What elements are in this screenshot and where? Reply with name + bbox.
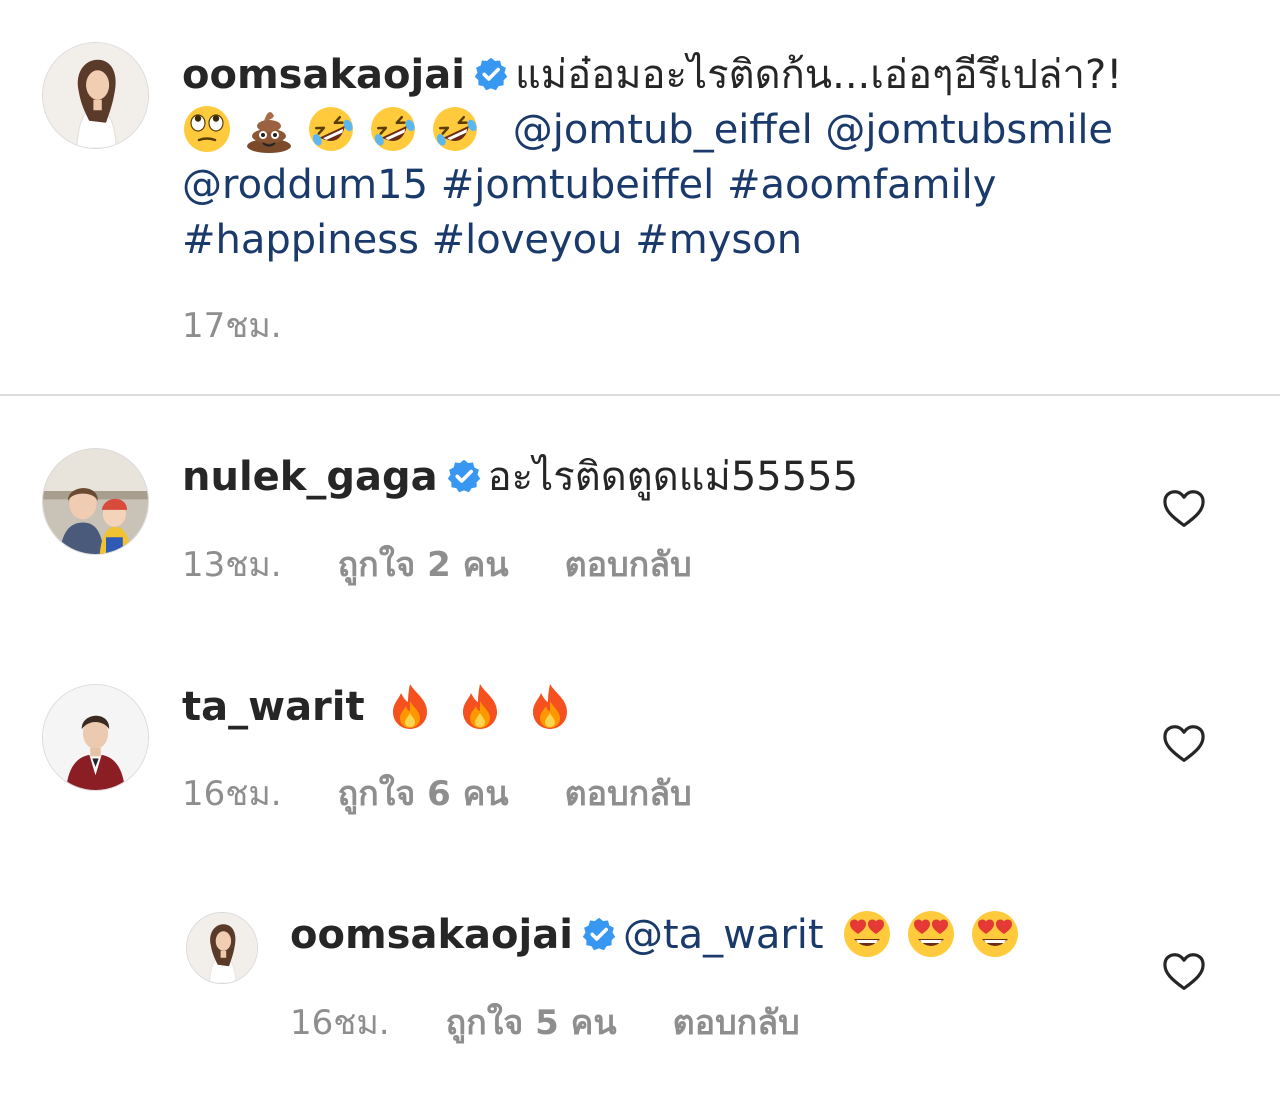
verified-badge-icon — [446, 458, 482, 494]
comment-time[interactable]: 13ชม. — [182, 537, 282, 591]
caption-line-1: oomsakaojai แม่อ๋อมอะไรติดก้น...เอ่อๆอีรึ… — [182, 48, 1122, 103]
comment-time[interactable]: 16ชม. — [290, 995, 390, 1049]
heart-eyes-emoji — [906, 909, 956, 959]
rofl-emoji — [368, 104, 418, 154]
verified-badge-icon — [473, 56, 509, 92]
mention-jomtub-eiffel[interactable]: @jomtub_eiffel — [513, 107, 813, 153]
caption-line-2: @jomtub_eiffel @jomtubsmile — [182, 103, 1113, 160]
avatar-photo — [43, 685, 148, 790]
caption-username[interactable]: oomsakaojai — [182, 52, 465, 98]
verified-badge-icon — [581, 916, 617, 952]
caption-line-3: @roddum15 #jomtubeiffel #aoomfamily — [182, 158, 996, 213]
avatar-photo — [43, 449, 148, 554]
avatar-oomsakaojai-reply[interactable] — [186, 912, 258, 984]
heart-eyes-emoji — [970, 909, 1020, 959]
like-heart-icon[interactable] — [1162, 952, 1206, 992]
comment-text: อะไรติดตูดแม่55555 — [487, 454, 859, 500]
like-heart-icon[interactable] — [1162, 724, 1206, 764]
poop-emoji — [244, 104, 294, 154]
caption-text: แม่อ๋อมอะไรติดก้น...เอ่อๆอีรึเปล่า?! — [514, 52, 1123, 98]
divider — [0, 394, 1280, 396]
comment-3-body: oomsakaojai @ta_warit — [290, 908, 1026, 965]
avatar-oomsakaojai[interactable] — [42, 42, 149, 149]
mention-jomtubsmile[interactable]: @jomtubsmile — [825, 107, 1113, 153]
comment-likes[interactable]: ถูกใจ 6 คน — [338, 766, 509, 820]
fire-emoji — [385, 681, 435, 731]
comment-likes[interactable]: ถูกใจ 2 คน — [338, 537, 509, 591]
hashtags-line-2[interactable]: #happiness #loveyou #myson — [182, 217, 802, 263]
avatar-nulek-gaga[interactable] — [42, 448, 149, 555]
comment-username[interactable]: nulek_gaga — [182, 454, 438, 500]
comment-2-body: ta_warit — [182, 680, 581, 737]
comment-username[interactable]: oomsakaojai — [290, 912, 573, 958]
eye-roll-emoji — [182, 104, 232, 154]
caption-line-4: #happiness #loveyou #myson — [182, 213, 802, 268]
comment-1-meta: 13ชม. ถูกใจ 2 คน ตอบกลับ — [182, 537, 748, 591]
rofl-emoji — [430, 104, 480, 154]
mention-ta-warit[interactable]: @ta_warit — [623, 912, 824, 958]
fire-emoji — [455, 681, 505, 731]
like-heart-icon[interactable] — [1162, 489, 1206, 529]
comment-time[interactable]: 16ชม. — [182, 766, 282, 820]
comment-username[interactable]: ta_warit — [182, 684, 365, 730]
reply-button[interactable]: ตอบกลับ — [565, 537, 692, 591]
avatar-photo — [43, 43, 148, 148]
heart-eyes-emoji — [842, 909, 892, 959]
reply-button[interactable]: ตอบกลับ — [565, 766, 692, 820]
mention-roddum15[interactable]: @roddum15 — [182, 162, 428, 208]
comment-2-meta: 16ชม. ถูกใจ 6 คน ตอบกลับ — [182, 766, 748, 820]
comment-1-body: nulek_gaga อะไรติดตูดแม่55555 — [182, 450, 858, 505]
rofl-emoji — [306, 104, 356, 154]
reply-button[interactable]: ตอบกลับ — [673, 995, 800, 1049]
caption-meta: 17ชม. — [182, 298, 338, 352]
fire-emoji — [525, 681, 575, 731]
hashtags-line-1[interactable]: #jomtubeiffel #aoomfamily — [441, 162, 997, 208]
comment-3-meta: 16ชม. ถูกใจ 5 คน ตอบกลับ — [290, 995, 856, 1049]
avatar-ta-warit[interactable] — [42, 684, 149, 791]
avatar-photo — [187, 913, 257, 983]
comment-likes[interactable]: ถูกใจ 5 คน — [446, 995, 617, 1049]
caption-time[interactable]: 17ชม. — [182, 298, 282, 352]
